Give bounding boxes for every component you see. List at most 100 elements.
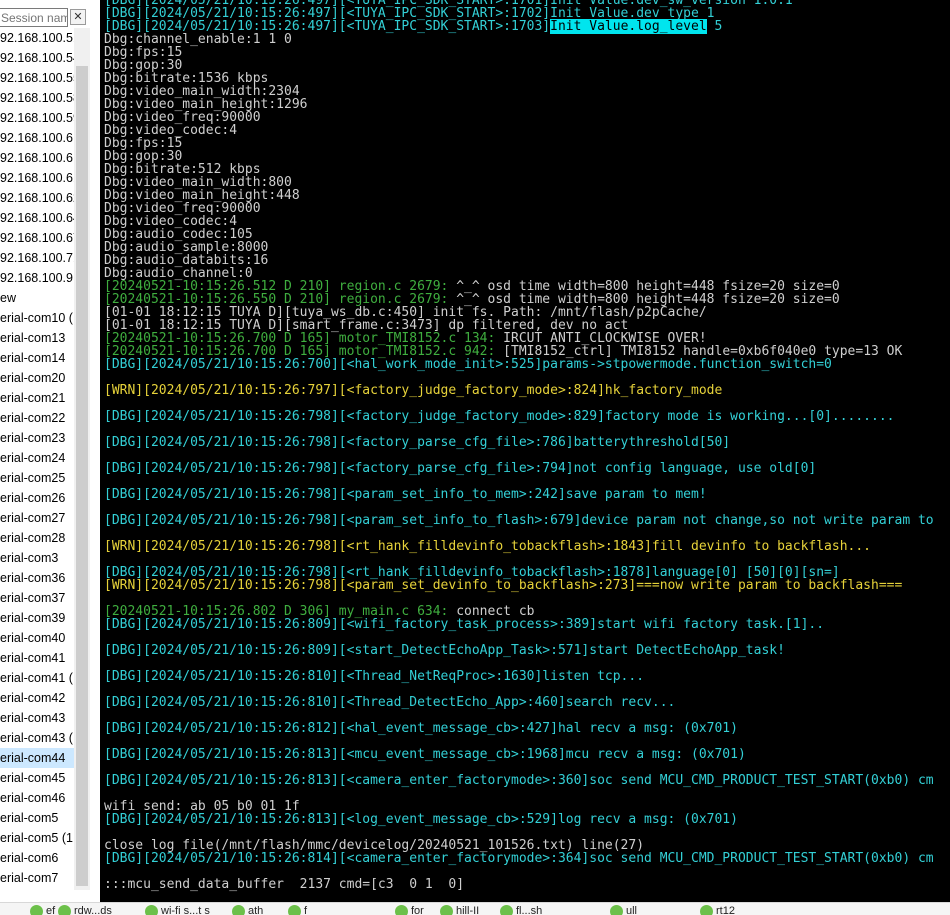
- session-item[interactable]: 92.168.100.55: [0, 68, 74, 88]
- clear-icon[interactable]: ✕: [70, 9, 86, 25]
- session-item[interactable]: erial-com42: [0, 688, 74, 708]
- terminal-line: [DBG][2024/05/21/10:15:26:814][<camera_e…: [104, 851, 934, 866]
- session-item[interactable]: 92.168.100.64: [0, 208, 74, 228]
- scrollbar-thumb[interactable]: [76, 66, 88, 886]
- terminal-line: [WRN][2024/05/21/10:15:26:798][<param_se…: [104, 578, 903, 593]
- quick-session-button[interactable]: fl...sh: [500, 905, 542, 915]
- session-item[interactable]: erial-com36: [0, 568, 74, 588]
- session-item[interactable]: erial-com28: [0, 528, 74, 548]
- session-search-input[interactable]: [0, 9, 67, 26]
- status-dot-icon: [395, 905, 408, 915]
- terminal-line: [DBG][2024/05/21/10:15:26:798][<factory_…: [104, 461, 817, 476]
- session-item[interactable]: 92.168.100.9: [0, 268, 74, 288]
- session-item[interactable]: 92.168.100.59: [0, 108, 74, 128]
- session-item[interactable]: erial-com27: [0, 508, 74, 528]
- session-item[interactable]: erial-com14: [0, 348, 74, 368]
- session-item[interactable]: 92.168.100.67: [0, 228, 74, 248]
- terminal-line: [DBG][2024/05/21/10:15:26:809][<start_De…: [104, 643, 785, 658]
- session-item[interactable]: erial-com5 (1: [0, 828, 74, 848]
- quick-session-label: fl...sh: [516, 905, 543, 915]
- session-item[interactable]: erial-com44: [0, 748, 74, 768]
- terminal-line: [DBG][2024/05/21/10:15:26:809][<wifi_fac…: [104, 617, 825, 632]
- session-item[interactable]: ew: [0, 288, 74, 308]
- session-item[interactable]: erial-com39: [0, 608, 74, 628]
- session-list-scrollbar[interactable]: [74, 28, 90, 890]
- session-item[interactable]: 92.168.100.54: [0, 48, 74, 68]
- terminal-line: [DBG][2024/05/21/10:15:26:700][<hal_work…: [104, 357, 832, 372]
- session-item[interactable]: erial-com20: [0, 368, 74, 388]
- quick-session-button[interactable]: rdw...ds: [58, 905, 112, 915]
- session-item[interactable]: 92.168.100.6: [0, 148, 74, 168]
- status-dot-icon: [30, 905, 43, 915]
- status-dot-icon: [700, 905, 713, 915]
- session-item[interactable]: erial-com43: [0, 708, 74, 728]
- quick-session-label: rdw...ds: [74, 905, 112, 915]
- terminal-line: [DBG][2024/05/21/10:15:26:798][<factory_…: [104, 435, 731, 450]
- session-item[interactable]: erial-com5: [0, 808, 74, 828]
- splitter[interactable]: [90, 0, 100, 902]
- session-item[interactable]: 92.168.100.61: [0, 168, 74, 188]
- terminal-line: [DBG][2024/05/21/10:15:26:813][<camera_e…: [104, 773, 934, 788]
- quick-session-label: ef: [46, 905, 56, 915]
- session-item[interactable]: erial-com45: [0, 768, 74, 788]
- quick-session-label: for: [411, 905, 424, 915]
- session-item[interactable]: erial-com13: [0, 328, 74, 348]
- session-item[interactable]: erial-com6: [0, 848, 74, 868]
- session-item[interactable]: erial-com23: [0, 428, 74, 448]
- session-item[interactable]: erial-com22: [0, 408, 74, 428]
- quick-session-label: f: [304, 905, 308, 915]
- status-dot-icon: [440, 905, 453, 915]
- status-dot-icon: [288, 905, 301, 915]
- terminal-line: [DBG][2024/05/21/10:15:26:798][<factory_…: [104, 409, 895, 424]
- quick-session-button[interactable]: for: [395, 905, 424, 915]
- session-item[interactable]: erial-com43 (: [0, 728, 74, 748]
- quick-session-label: rt12: [716, 905, 735, 915]
- session-sidebar: ✕ 92.168.100.5192.168.100.5492.168.100.5…: [0, 0, 90, 890]
- quick-session-button[interactable]: rt12: [700, 905, 735, 915]
- session-item[interactable]: erial-com40: [0, 628, 74, 648]
- session-item[interactable]: 92.168.100.71: [0, 248, 74, 268]
- terminal-line: [DBG][2024/05/21/10:15:26:810][<Thread_D…: [104, 695, 676, 710]
- status-dot-icon: [500, 905, 513, 915]
- status-dot-icon: [232, 905, 245, 915]
- session-item[interactable]: erial-com37: [0, 588, 74, 608]
- session-item[interactable]: erial-com24: [0, 448, 74, 468]
- terminal-line: [WRN][2024/05/21/10:15:26:798][<rt_hank_…: [104, 539, 872, 554]
- session-item[interactable]: erial-com7: [0, 868, 74, 888]
- session-item[interactable]: erial-com46: [0, 788, 74, 808]
- session-item[interactable]: 92.168.100.58: [0, 88, 74, 108]
- quick-session-label: hill-II: [456, 905, 480, 915]
- quick-session-button[interactable]: wi-fi s...t s: [145, 905, 210, 915]
- session-item[interactable]: erial-com41: [0, 648, 74, 668]
- status-dot-icon: [145, 905, 158, 915]
- session-item[interactable]: erial-com25: [0, 468, 74, 488]
- quick-session-button[interactable]: hill-II: [440, 905, 479, 915]
- terminal-line: [DBG][2024/05/21/10:15:26:798][<param_se…: [104, 487, 707, 502]
- session-list: 92.168.100.51 92.168.100.54 92.168.100.55 9…: [0, 28, 74, 888]
- terminal-line: [WRN][2024/05/21/10:15:26:797][<factory_…: [104, 383, 723, 398]
- session-item[interactable]: erial-com10 (: [0, 308, 74, 328]
- quick-session-button[interactable]: ath: [232, 905, 263, 915]
- terminal-line: [DBG][2024/05/21/10:15:26:813][<log_even…: [104, 812, 738, 827]
- session-item[interactable]: erial-com3: [0, 548, 74, 568]
- session-item[interactable]: erial-com26: [0, 488, 74, 508]
- session-item[interactable]: erial-com21: [0, 388, 74, 408]
- terminal-line: [DBG][2024/05/21/10:15:26:810][<Thread_N…: [104, 669, 645, 684]
- session-search-box[interactable]: [0, 8, 68, 27]
- quick-session-label: ath: [248, 905, 264, 915]
- terminal-line: :::mcu_send_data_buffer 2137 cmd=[c3 0 1…: [104, 877, 465, 892]
- status-dot-icon: [58, 905, 71, 915]
- quick-session-label: wi-fi s...t s: [161, 905, 210, 915]
- terminal-line: [DBG][2024/05/21/10:15:26:813][<mcu_even…: [104, 747, 746, 762]
- session-item[interactable]: erial-com41 (: [0, 668, 74, 688]
- session-item[interactable]: 92.168.100.6: [0, 128, 74, 148]
- status-dot-icon: [610, 905, 623, 915]
- quick-session-button[interactable]: ull: [610, 905, 637, 915]
- session-item[interactable]: 92.168.100.62: [0, 188, 74, 208]
- terminal-output[interactable]: [DBG][2024/05/21/10:15:26:497][<TUYA_IPC…: [100, 0, 950, 902]
- quick-session-button[interactable]: f: [288, 905, 307, 915]
- terminal-line: [DBG][2024/05/21/10:15:26:798][<param_se…: [104, 513, 934, 528]
- session-item[interactable]: 92.168.100.51: [0, 28, 74, 48]
- quick-session-button[interactable]: ef: [30, 905, 55, 915]
- search-highlight: Init Value.log_level: [550, 19, 707, 34]
